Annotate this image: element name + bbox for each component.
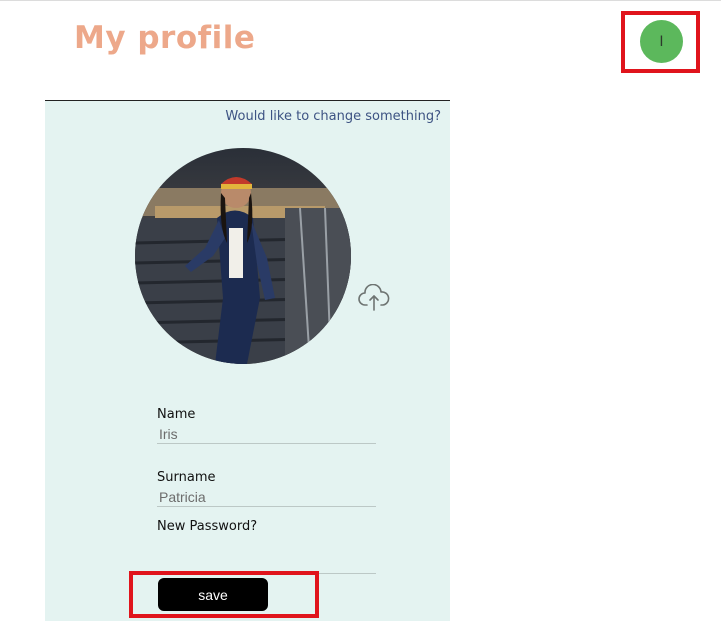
save-highlight-box xyxy=(129,571,319,618)
name-label: Name xyxy=(157,407,196,422)
profile-card: Would like to change something? Name Iri… xyxy=(45,100,450,621)
cloud-upload-icon[interactable] xyxy=(358,283,390,312)
top-divider xyxy=(0,0,721,1)
profile-photo-illustration xyxy=(135,148,351,364)
new-password-label: New Password? xyxy=(157,519,258,534)
surname-label: Surname xyxy=(157,470,216,485)
profile-photo xyxy=(135,148,351,364)
avatar-highlight-box xyxy=(621,11,700,73)
surname-input[interactable] xyxy=(157,488,376,507)
page-title: My profile xyxy=(74,20,256,56)
surname-field-group: Surname xyxy=(157,470,377,507)
new-password-input[interactable] xyxy=(157,537,376,574)
change-something-link[interactable]: Would like to change something? xyxy=(225,109,441,124)
name-input[interactable] xyxy=(157,425,376,444)
name-field-group: Name xyxy=(157,407,377,444)
password-field-group: New Password? xyxy=(157,519,377,574)
